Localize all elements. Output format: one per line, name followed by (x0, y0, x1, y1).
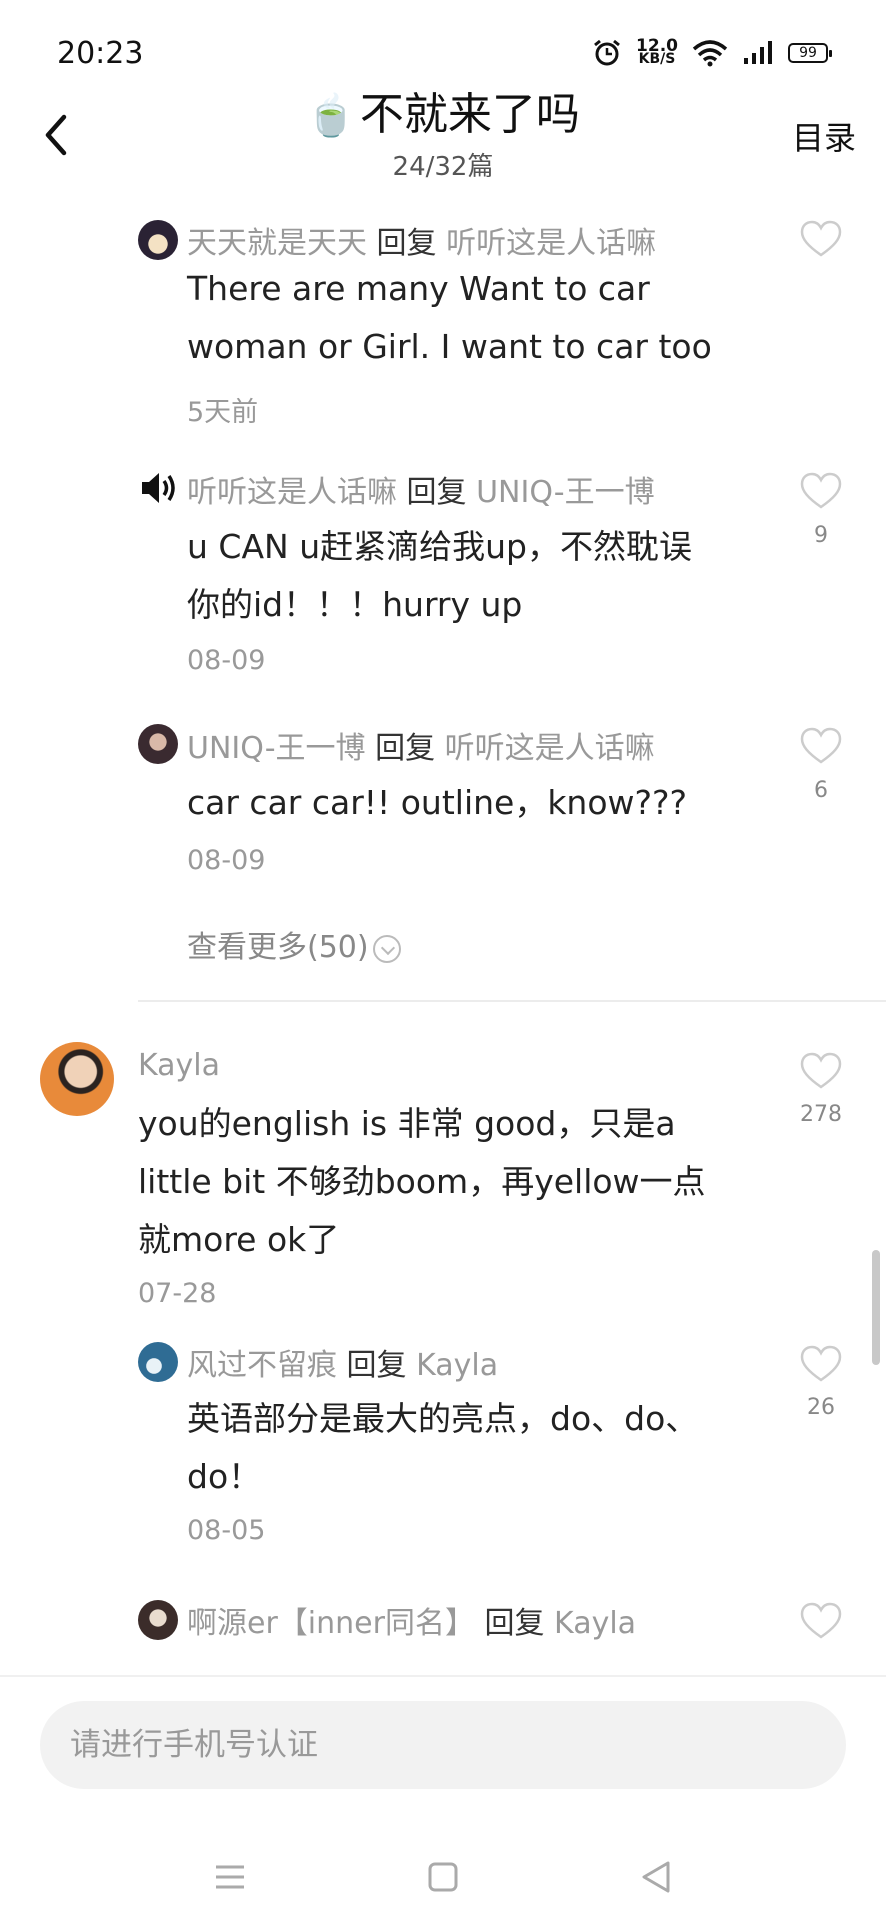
comment-username[interactable]: 天天就是天天 (187, 226, 367, 261)
comment-input[interactable] (40, 1701, 846, 1789)
wifi-icon (692, 40, 728, 67)
battery-indicator: 99 (788, 43, 832, 63)
page-title: 🍵不就来了吗 (0, 85, 886, 146)
home-icon[interactable] (413, 1847, 473, 1907)
view-more-label: 查看更多(50) (187, 930, 369, 965)
reply-word: 回复 (484, 1606, 545, 1641)
comment-text-line: 就more ok了 (138, 1220, 340, 1259)
heart-icon[interactable] (800, 472, 842, 510)
comment-date: 08-09 (187, 845, 266, 876)
page-title-text: 不就来了吗 (359, 89, 580, 140)
divider (138, 1000, 886, 1002)
comment-text: u CAN u赶紧滴给我up，不然耽误 你的id！！！hurry up (187, 518, 692, 634)
comment-text-line: There are many Want to car (187, 269, 650, 308)
reply-target[interactable]: 听听这是人话嘛 (446, 226, 656, 261)
avatar[interactable] (138, 220, 178, 260)
comment-date: 07-28 (138, 1278, 217, 1309)
comment-text-line: 你的id！！！hurry up (187, 585, 523, 624)
comment-list[interactable]: 天天就是天天 回复 听听这是人话嘛 There are many Want to… (0, 190, 886, 1675)
like-count: 9 (814, 523, 828, 548)
toc-button[interactable]: 目录 (792, 113, 856, 159)
comment-date: 5天前 (187, 397, 259, 428)
avatar[interactable] (138, 1342, 178, 1382)
title-block: 🍵不就来了吗 24/32篇 (0, 85, 886, 184)
heart-icon[interactable] (800, 220, 842, 258)
comment-text-line: do！ (187, 1457, 262, 1496)
comment-text-line: car car car!! outline，know??? (187, 783, 688, 822)
reply-target[interactable]: Kayla (416, 1348, 498, 1383)
menu-icon[interactable] (200, 1847, 260, 1907)
comment-username[interactable]: 啊源er【inner同名】 (187, 1606, 475, 1641)
view-more-button[interactable]: 查看更多(50) (187, 922, 401, 966)
comment-text-line: u CAN u赶紧滴给我up，不然耽误 (187, 527, 692, 566)
comment-meta: UNIQ-王一博 回复 听听这是人话嘛 (187, 723, 655, 767)
system-nav-bar (0, 1847, 886, 1907)
heart-icon[interactable] (800, 1602, 842, 1640)
reply-word: 回复 (406, 475, 467, 510)
avatar[interactable] (138, 1600, 178, 1640)
tea-cup-icon: 🍵 (306, 93, 356, 139)
reply-word: 回复 (376, 226, 437, 261)
comment-username[interactable]: UNIQ-王一博 (187, 731, 366, 766)
reply-word: 回复 (375, 731, 436, 766)
like-count: 6 (814, 778, 828, 803)
bottom-bar (0, 1675, 886, 1920)
net-speed: 12.0 KB/S (636, 38, 678, 67)
comment-username[interactable]: 听听这是人话嘛 (187, 475, 397, 510)
like-count: 278 (800, 1102, 842, 1127)
comment-text-line: you的english is 非常 good，只是a (138, 1104, 676, 1143)
status-icons: 12.0 KB/S 99 (592, 38, 832, 68)
comment-meta: 啊源er【inner同名】 回复 Kayla (187, 1598, 636, 1642)
like-count: 26 (807, 1395, 835, 1420)
chevron-down-icon (372, 934, 401, 963)
comment-username[interactable]: 风过不留痕 (187, 1348, 337, 1383)
reply-target[interactable]: UNIQ-王一博 (476, 475, 655, 510)
comment-date: 08-09 (187, 645, 266, 676)
comment-text: There are many Want to car woman or Girl… (187, 260, 712, 376)
avatar[interactable] (40, 1042, 114, 1116)
reply-target[interactable]: 听听这是人话嘛 (445, 731, 655, 766)
back-triangle-icon[interactable] (626, 1847, 686, 1907)
scrollbar[interactable] (872, 1250, 880, 1365)
comment-text-line: 英语部分是最大的亮点，do、do、 (187, 1399, 699, 1438)
comment-date: 08-05 (187, 1515, 266, 1546)
header: 🍵不就来了吗 24/32篇 目录 (0, 85, 886, 190)
heart-icon[interactable] (800, 727, 842, 765)
comment-text: car car car!! outline，know??? (187, 774, 687, 832)
comment-text-line: little bit 不够劲boom，再yellow一点 (138, 1162, 706, 1201)
avatar[interactable] (138, 724, 178, 764)
heart-icon[interactable] (800, 1052, 842, 1090)
status-time: 20:23 (57, 36, 144, 71)
comment-text: you的english is 非常 good，只是a little bit 不够… (138, 1095, 706, 1269)
comment-username[interactable]: Kayla (138, 1048, 220, 1083)
page-subtitle: 24/32篇 (392, 152, 494, 182)
alarm-icon (594, 39, 620, 66)
comment-meta: 风过不留痕 回复 Kayla (187, 1340, 498, 1384)
signal-icon (744, 41, 772, 64)
speaker-icon[interactable] (138, 468, 178, 508)
comment-text: 英语部分是最大的亮点，do、do、 do！ (187, 1390, 698, 1506)
net-speed-unit: KB/S (638, 51, 676, 67)
heart-icon[interactable] (800, 1345, 842, 1383)
reply-word: 回复 (346, 1348, 407, 1383)
comment-meta: 听听这是人话嘛 回复 UNIQ-王一博 (187, 467, 655, 511)
comment-text-line: woman or Girl. I want to car too (187, 327, 712, 366)
reply-target[interactable]: Kayla (554, 1606, 636, 1641)
comment-meta: 天天就是天天 回复 听听这是人话嘛 (187, 218, 656, 262)
